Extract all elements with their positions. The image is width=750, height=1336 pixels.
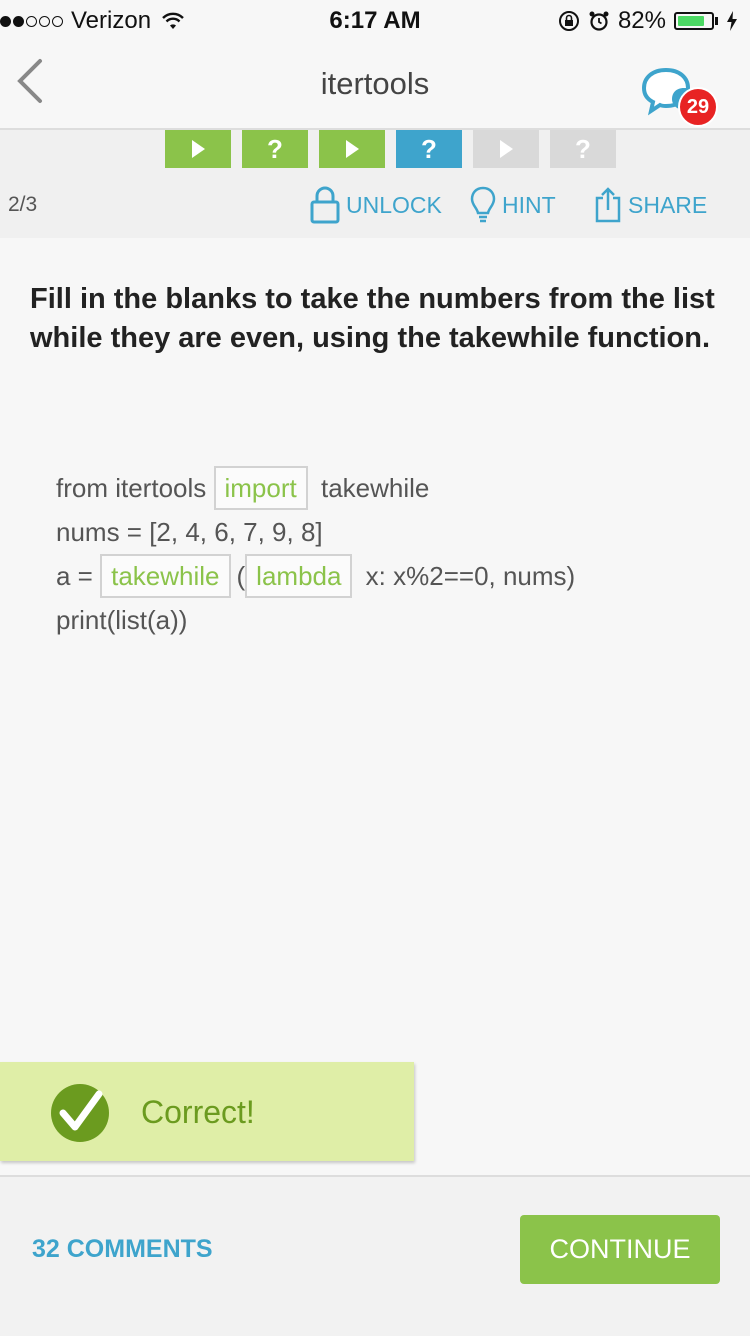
progress-step-5[interactable] bbox=[473, 130, 539, 168]
code-blank-lambda[interactable]: lambda bbox=[245, 554, 353, 598]
lesson-toolbar: ? ? ? 2/3 UNLOCK HINT SHARE bbox=[0, 130, 750, 238]
progress-step-2[interactable]: ? bbox=[242, 130, 308, 168]
question-counter: 2/3 bbox=[8, 193, 38, 216]
play-icon bbox=[345, 140, 359, 158]
progress-step-3[interactable] bbox=[319, 130, 385, 168]
checkmark-icon bbox=[51, 1084, 109, 1142]
code-text: ( bbox=[236, 560, 246, 591]
feedback-text: Correct! bbox=[141, 1094, 255, 1130]
progress-step-1[interactable] bbox=[165, 130, 231, 168]
code-line-4: print(list(a)) bbox=[56, 598, 575, 642]
play-icon bbox=[191, 140, 205, 158]
code-text: x: x%2==0, nums) bbox=[358, 560, 576, 591]
lesson-progress: ? ? ? bbox=[165, 130, 616, 168]
code-text: nums = [2, 4, 6, 7, 9, 8] bbox=[56, 516, 323, 547]
question-mark-icon: ? bbox=[575, 133, 591, 164]
question-mark-icon: ? bbox=[267, 133, 283, 164]
code-blank-import[interactable]: import bbox=[213, 466, 308, 510]
progress-step-4[interactable]: ? bbox=[396, 130, 462, 168]
charging-bolt-icon bbox=[727, 11, 737, 31]
code-text: a = bbox=[56, 560, 101, 591]
progress-step-6[interactable]: ? bbox=[550, 130, 616, 168]
lightbulb-icon bbox=[470, 186, 496, 223]
share-button[interactable]: SHARE bbox=[594, 186, 707, 224]
alarm-icon bbox=[589, 11, 609, 31]
share-icon bbox=[595, 187, 621, 223]
code-line-2: nums = [2, 4, 6, 7, 9, 8] bbox=[56, 510, 575, 554]
share-label: SHARE bbox=[628, 191, 708, 218]
status-right: 82% bbox=[558, 7, 738, 35]
code-line-1: from itertools import takewhile bbox=[56, 466, 575, 510]
unlock-button[interactable]: UNLOCK bbox=[310, 186, 442, 224]
correct-feedback-banner: Correct! bbox=[0, 1062, 414, 1161]
question-mark-icon: ? bbox=[421, 133, 437, 164]
code-blank-takewhile[interactable]: takewhile bbox=[100, 554, 231, 598]
question-text: Fill in the blanks to take the numbers f… bbox=[30, 283, 715, 354]
page-title: itertools bbox=[320, 66, 430, 101]
unlock-label: UNLOCK bbox=[346, 191, 442, 218]
code-line-3: a = takewhile(lambda x: x%2==0, nums) bbox=[56, 554, 575, 598]
code-text: print(list(a)) bbox=[56, 604, 188, 635]
hint-label: HINT bbox=[502, 191, 556, 218]
notification-badge: 29 bbox=[678, 87, 718, 127]
code-block: from itertools import takewhile nums = [… bbox=[56, 466, 575, 642]
comments-link[interactable]: 32 COMMENTS bbox=[32, 1235, 213, 1264]
battery-icon bbox=[674, 12, 718, 30]
lock-icon bbox=[310, 186, 340, 224]
play-icon bbox=[499, 140, 513, 158]
code-text: from itertools bbox=[56, 472, 214, 503]
rotation-lock-icon bbox=[558, 11, 579, 31]
lesson-content: Fill in the blanks to take the numbers f… bbox=[0, 238, 750, 1175]
bottom-bar: 32 COMMENTS CONTINUE bbox=[0, 1175, 750, 1336]
continue-button[interactable]: CONTINUE bbox=[520, 1215, 720, 1284]
nav-bar: itertools 29 bbox=[0, 40, 750, 130]
hint-button[interactable]: HINT bbox=[470, 186, 556, 224]
status-bar: Verizon 6:17 AM 82% bbox=[0, 0, 750, 40]
code-text: takewhile bbox=[313, 472, 430, 503]
battery-percent: 82% bbox=[617, 7, 666, 34]
